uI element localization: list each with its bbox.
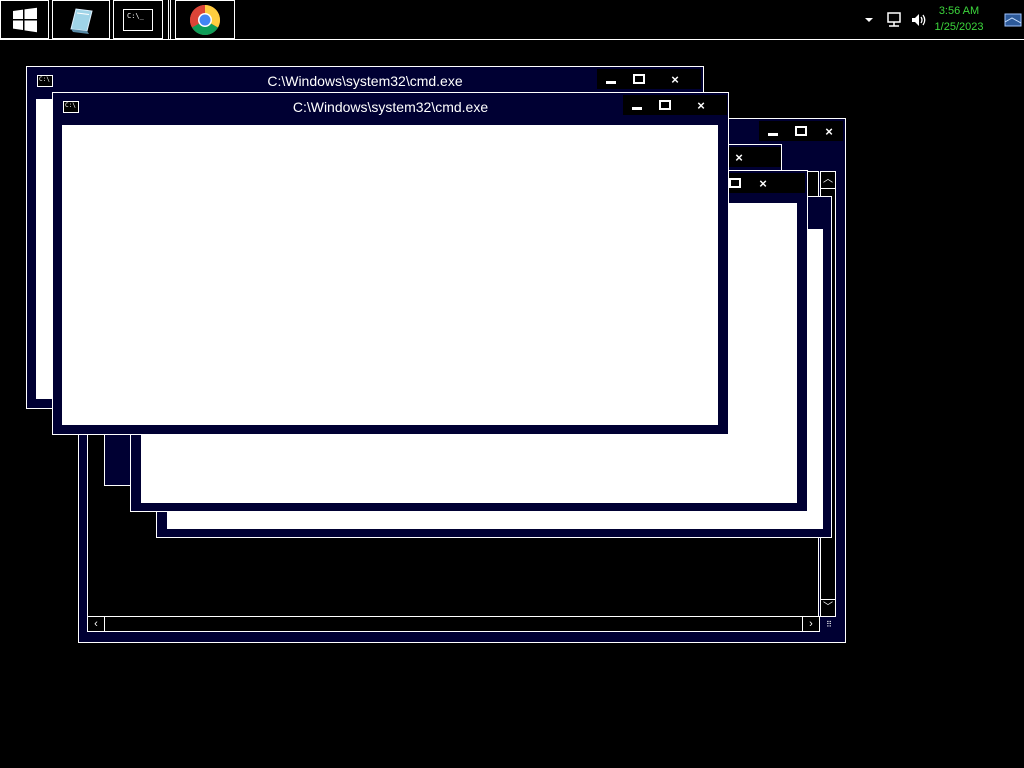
server-manager-icon	[70, 7, 93, 34]
window-controls: ×	[623, 95, 727, 115]
taskbar-server-manager[interactable]	[52, 0, 110, 39]
taskbar-separator	[168, 0, 171, 39]
close-button[interactable]: ×	[815, 121, 843, 141]
maximize-button[interactable]	[651, 95, 679, 115]
minimize-button[interactable]	[759, 121, 787, 141]
window-controls: ×	[597, 69, 701, 89]
close-button[interactable]: ×	[679, 95, 723, 115]
minimize-button[interactable]	[623, 95, 651, 115]
cmd-icon: C:\_	[123, 8, 153, 31]
taskbar: C:\_ 3:56 AM 1/25/2023	[0, 0, 1024, 40]
console-client-area[interactable]	[62, 125, 718, 425]
maximize-icon	[659, 100, 671, 110]
taskbar-command-prompt[interactable]: C:\_	[113, 0, 163, 39]
show-hidden-icons-chevron-icon	[865, 17, 873, 22]
window-controls: ×	[759, 121, 843, 141]
clock-date: 1/25/2023	[934, 21, 984, 33]
clock-time: 3:56 AM	[938, 5, 980, 17]
resize-grip-icon[interactable]: ⠿	[822, 618, 836, 632]
title-bar[interactable]: C:\ C:\Windows\system32\cmd.exe ×	[53, 93, 728, 123]
minimize-icon	[606, 80, 616, 84]
network-tray-button[interactable]	[884, 0, 904, 39]
scroll-left-arrow-icon[interactable]: ‹	[88, 617, 105, 631]
horizontal-scrollbar[interactable]: ‹ ›	[87, 616, 820, 632]
maximize-icon	[795, 126, 807, 136]
scroll-up-arrow-icon[interactable]: ︿	[821, 172, 835, 189]
cmd-icon-text: C:\_	[127, 11, 144, 20]
close-button[interactable]: ×	[653, 69, 697, 89]
console-window-front[interactable]: C:\ C:\Windows\system32\cmd.exe ×	[52, 92, 729, 435]
chrome-icon	[189, 4, 221, 35]
maximize-button[interactable]	[787, 121, 815, 141]
show-hidden-icons-button[interactable]	[862, 0, 876, 39]
scroll-right-arrow-icon[interactable]: ›	[802, 617, 819, 631]
network-icon	[887, 11, 901, 27]
taskbar-chrome[interactable]	[175, 0, 235, 39]
minimize-button[interactable]	[597, 69, 625, 89]
windows-logo-icon	[12, 7, 37, 32]
scroll-down-arrow-icon[interactable]: ﹀	[821, 599, 835, 616]
maximize-button[interactable]	[625, 69, 653, 89]
minimize-icon	[632, 106, 642, 110]
show-desktop-button[interactable]	[1003, 0, 1023, 39]
start-button[interactable]	[0, 0, 49, 39]
maximize-icon	[633, 74, 645, 84]
show-desktop-icon	[1004, 13, 1022, 26]
minimize-icon	[768, 132, 778, 136]
